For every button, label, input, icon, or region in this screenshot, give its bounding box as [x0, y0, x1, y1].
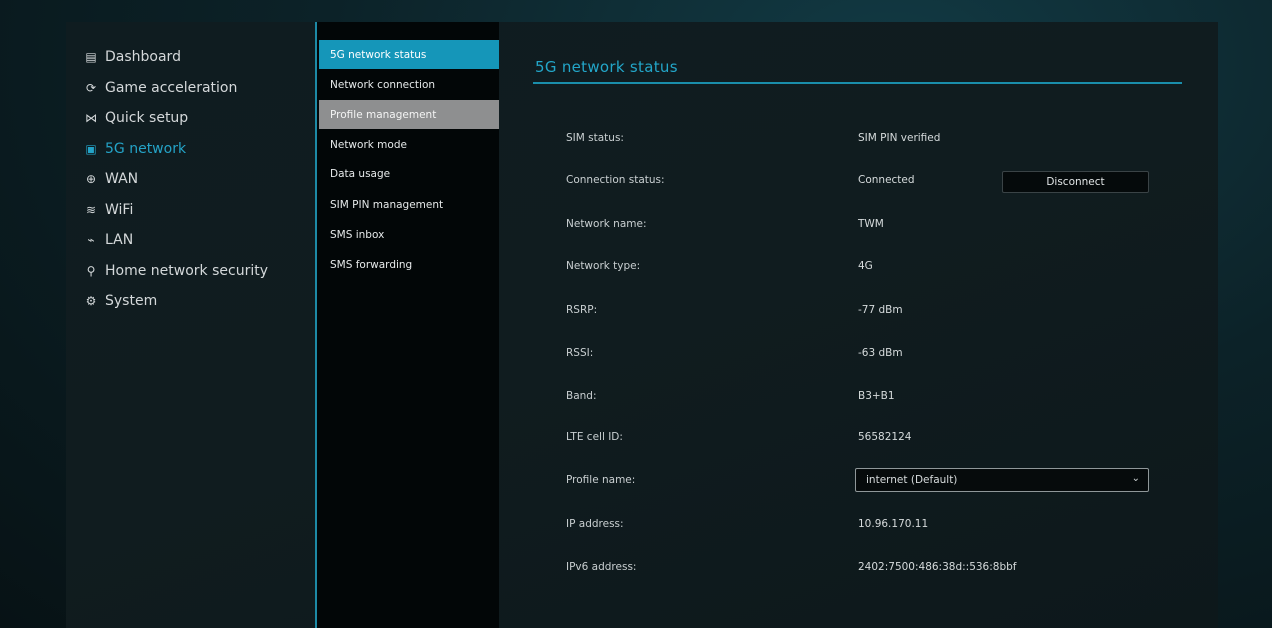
row-label: RSSI:	[566, 347, 594, 359]
submenu-item-sms-forwarding[interactable]: SMS forwarding	[319, 250, 499, 279]
row-label: Connection status:	[566, 174, 665, 186]
submenu-item-sms-inbox[interactable]: SMS inbox	[319, 220, 499, 249]
row-label: Network name:	[566, 218, 647, 230]
info-row-rsrp: RSRP: -77 dBm	[566, 300, 1166, 324]
row-label: Network type:	[566, 260, 641, 272]
wifi-icon: ≋	[85, 202, 97, 217]
rocket-icon: ⟳	[85, 80, 97, 95]
sidebar-item-label: Dashboard	[105, 49, 181, 66]
page-title: 5G network status	[535, 58, 678, 76]
row-label: IP address:	[566, 518, 624, 530]
sidebar-item-label: 5G network	[105, 140, 187, 157]
submenu-item-network-connection[interactable]: Network connection	[319, 70, 499, 99]
row-value: -63 dBm	[858, 347, 903, 359]
sidebar-item-dashboard[interactable]: ▤ Dashboard	[82, 42, 312, 73]
row-label: Profile name:	[566, 474, 636, 486]
submenu-item-5g-network-status[interactable]: 5G network status	[319, 40, 499, 69]
row-value: 10.96.170.11	[858, 518, 929, 530]
sidebar-item-label: Home network security	[105, 262, 268, 279]
sidebar-item-home-network-security[interactable]: ⚲ Home network security	[82, 256, 312, 287]
info-row-network-type: Network type: 4G	[566, 256, 1166, 280]
info-row-network-name: Network name: TWM	[566, 214, 1166, 238]
sidebar-item-quick-setup[interactable]: ⋈ Quick setup	[82, 103, 312, 134]
row-value: 4G	[858, 260, 873, 272]
disconnect-button[interactable]: Disconnect	[1002, 171, 1149, 193]
info-row-sim-status: SIM status: SIM PIN verified	[566, 128, 1166, 152]
sidebar-item-label: System	[105, 293, 158, 310]
sidebar-item-label: Game acceleration	[105, 79, 238, 96]
submenu-item-profile-management[interactable]: Profile management	[319, 100, 499, 129]
info-row-band: Band: B3+B1	[566, 386, 1166, 410]
row-label: RSRP:	[566, 304, 598, 316]
info-row-ipv6-address: IPv6 address: 2402:7500:486:38d::536:8bb…	[566, 557, 1166, 581]
row-value: Connected	[858, 174, 915, 186]
submenu-item-network-mode[interactable]: Network mode	[319, 130, 499, 159]
row-value: B3+B1	[858, 390, 895, 402]
chevron-down-icon: ⌄	[1131, 473, 1140, 484]
gear-icon: ⚙	[85, 294, 97, 309]
row-value: 2402:7500:486:38d::536:8bbf	[858, 561, 1017, 573]
profile-name-select[interactable]: internet (Default) ⌄	[855, 468, 1149, 492]
info-row-rssi: RSSI: -63 dBm	[566, 343, 1166, 367]
globe-icon: ⊕	[85, 172, 97, 187]
title-divider	[533, 82, 1182, 84]
sidebar-item-label: WiFi	[105, 201, 134, 218]
sidebar-item-label: LAN	[105, 232, 134, 249]
shield-icon: ⚲	[86, 263, 96, 278]
sidebar-item-wan[interactable]: ⊕ WAN	[82, 164, 312, 195]
submenu-item-sim-pin-management[interactable]: SIM PIN management	[319, 190, 499, 219]
sidebar-item-lan[interactable]: ⌁ LAN	[82, 225, 312, 256]
row-label: SIM status:	[566, 132, 624, 144]
sim-card-icon: ▣	[85, 141, 97, 156]
row-value: 56582124	[858, 431, 912, 443]
info-row-lte-cell-id: LTE cell ID: 56582124	[566, 427, 1166, 451]
row-label: Band:	[566, 390, 597, 402]
profile-select-value: internet (Default)	[866, 474, 958, 486]
row-label: LTE cell ID:	[566, 431, 623, 443]
row-label: IPv6 address:	[566, 561, 637, 573]
dashboard-icon: ▤	[85, 50, 97, 65]
main-sidebar: ▤ Dashboard ⟳ Game acceleration ⋈ Quick …	[82, 42, 312, 317]
row-value: TWM	[858, 218, 884, 230]
sidebar-item-label: Quick setup	[105, 110, 189, 127]
sidebar-item-system[interactable]: ⚙ System	[82, 286, 312, 317]
row-value: SIM PIN verified	[858, 132, 941, 144]
sidebar-item-wifi[interactable]: ≋ WiFi	[82, 195, 312, 226]
row-value: -77 dBm	[858, 304, 903, 316]
info-row-ip-address: IP address: 10.96.170.11	[566, 514, 1166, 538]
submenu-panel: 5G network status Network connection Pro…	[315, 22, 499, 628]
sidebar-item-label: WAN	[105, 171, 139, 188]
submenu-item-data-usage[interactable]: Data usage	[319, 159, 499, 188]
sidebar-item-5g-network[interactable]: ▣ 5G network	[82, 134, 312, 165]
ethernet-icon: ⌁	[87, 233, 95, 248]
sidebar-item-game-acceleration[interactable]: ⟳ Game acceleration	[82, 73, 312, 104]
wand-icon: ⋈	[85, 111, 97, 126]
